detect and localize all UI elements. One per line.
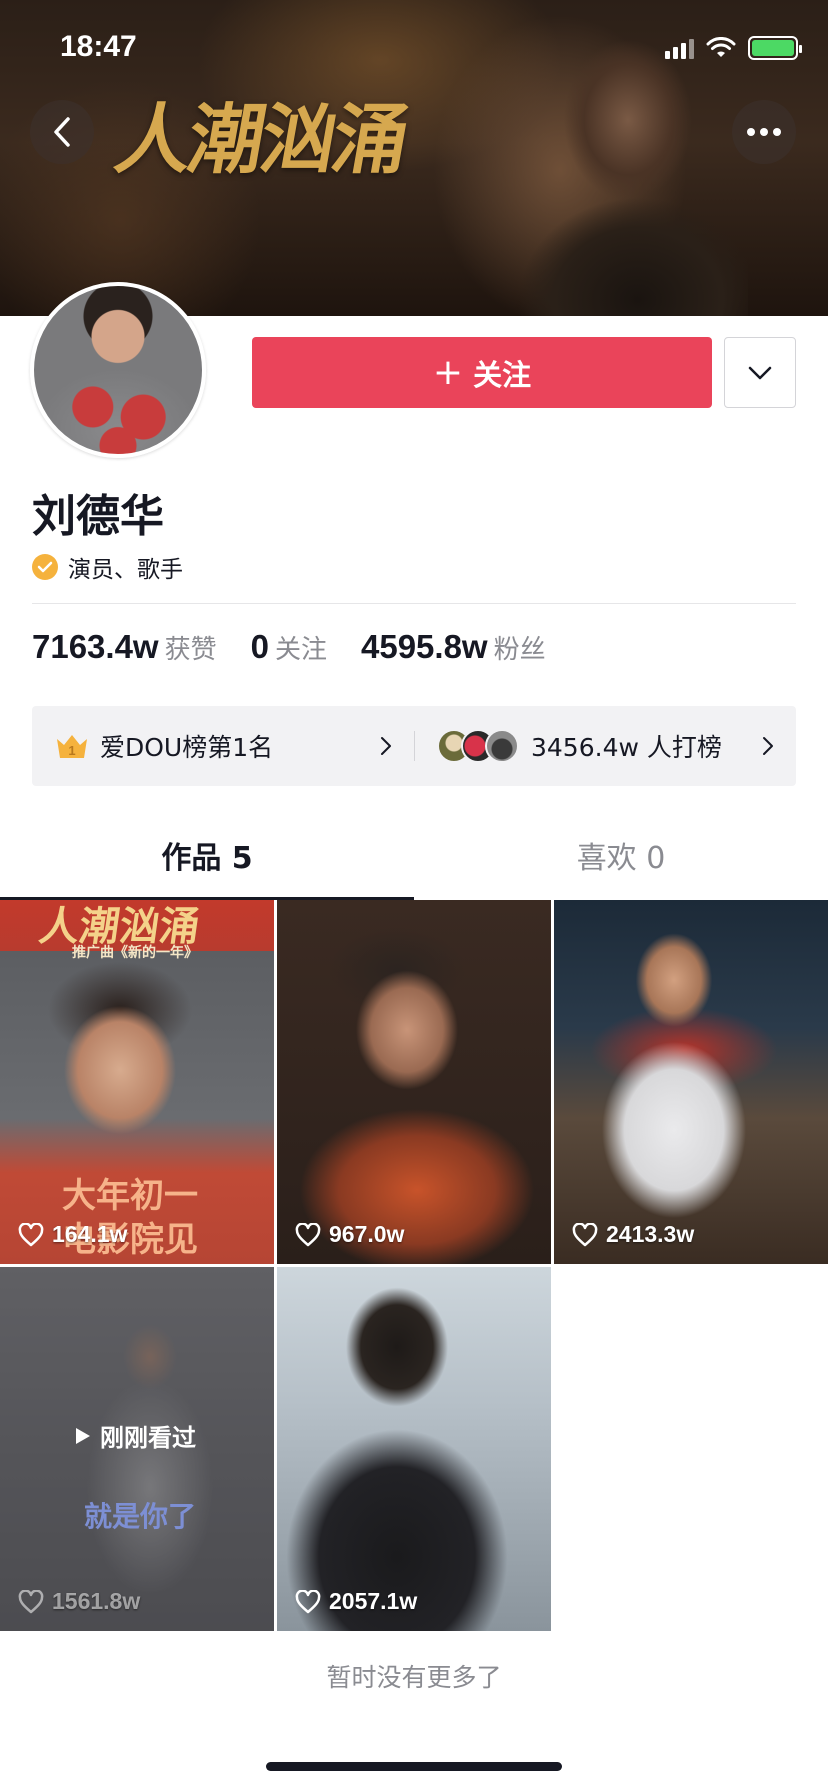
cover-title: 人潮汹涌: [109, 95, 413, 184]
profile-cover: 人潮汹涌 18:47: [0, 0, 828, 316]
crown-icon: 1: [57, 735, 87, 758]
like-count-text: 1561.8w: [52, 1588, 141, 1614]
recently-watched-text: 刚刚看过: [100, 1424, 196, 1452]
rank-text: 爱DOU榜第1名: [100, 733, 274, 762]
more-dots-icon: [747, 128, 781, 136]
like-count-text: 2057.1w: [329, 1588, 418, 1614]
follow-label: 关注: [473, 357, 532, 392]
tab-label: 作品 5: [161, 841, 253, 876]
tab-likes[interactable]: 喜欢 0: [414, 810, 828, 900]
profile-avatar[interactable]: [30, 282, 206, 458]
like-count: 2057.1w: [295, 1588, 417, 1615]
profile-stats: 7163.4w 获赞 0 关注 4595.8w 粉丝: [32, 628, 580, 666]
video-thumbnail[interactable]: 2057.1w: [277, 1267, 551, 1631]
chevron-right-icon: [381, 737, 391, 755]
like-count-text: 164.1w: [52, 1221, 128, 1247]
dou-rank-link[interactable]: 1 爱DOU榜第1名: [32, 706, 414, 786]
video-thumbnail[interactable]: 2413.3w: [554, 900, 828, 1264]
home-indicator[interactable]: [266, 1762, 562, 1771]
video-caption-text: 就是你了: [84, 1500, 197, 1533]
verification-row: 演员、歌手: [32, 550, 183, 584]
plus-icon: +: [432, 351, 464, 393]
recommend-dropdown-button[interactable]: [724, 337, 796, 408]
video-caption-text: 大年初一: [62, 1176, 198, 1216]
heart-icon: [18, 1222, 44, 1246]
video-thumbnail[interactable]: 人潮汹涌 推广曲《新的一年》 大年初一 电影院见 164.1w: [0, 900, 274, 1264]
wifi-icon: [706, 37, 736, 57]
status-time: 18:47: [60, 30, 137, 63]
verified-badge-icon: [32, 554, 58, 580]
heart-icon: [572, 1222, 598, 1246]
like-count-text: 967.0w: [329, 1221, 405, 1247]
fan-avatar: [485, 729, 519, 763]
no-more-text: 暂时没有更多了: [326, 1663, 502, 1692]
cheer-rank-link[interactable]: 3456.4w 人打榜: [415, 706, 796, 786]
back-button[interactable]: [30, 100, 94, 164]
divider: [32, 603, 796, 604]
heart-icon: [295, 1589, 321, 1613]
svg-text:1: 1: [68, 743, 75, 758]
signal-icon: [665, 37, 694, 59]
like-count-text: 2413.3w: [606, 1221, 695, 1247]
profile-name: 刘德华: [32, 491, 164, 542]
verification-text: 演员、歌手: [68, 557, 183, 583]
like-count: 164.1w: [18, 1221, 127, 1248]
stat-value: 0: [250, 628, 269, 665]
chevron-down-icon: [748, 366, 772, 379]
stat-value: 4595.8w: [361, 628, 488, 665]
fan-avatars: [437, 729, 519, 763]
stat-label: 关注: [274, 635, 327, 665]
stat-followers[interactable]: 4595.8w 粉丝: [361, 628, 546, 666]
chevron-right-icon: [763, 737, 773, 755]
cheer-count-text: 3456.4w 人打榜: [531, 733, 722, 762]
play-icon: [76, 1427, 90, 1444]
video-thumbnail[interactable]: 967.0w: [277, 900, 551, 1264]
battery-icon: [748, 36, 802, 60]
status-icons: [665, 36, 802, 60]
stat-label: 粉丝: [493, 635, 546, 665]
heart-icon: [295, 1222, 321, 1246]
more-options-button[interactable]: [732, 100, 796, 164]
stat-label: 获赞: [164, 635, 217, 665]
chevron-left-icon: [54, 117, 70, 147]
stat-value: 7163.4w: [32, 628, 159, 665]
rank-box: 1 爱DOU榜第1名 3456.4w 人打榜: [32, 706, 796, 786]
like-count: 967.0w: [295, 1221, 404, 1248]
like-count: 1561.8w: [18, 1588, 140, 1615]
heart-icon: [18, 1589, 44, 1613]
video-subtitle-text: 推广曲《新的一年》: [72, 945, 198, 961]
tab-label: 喜欢 0: [576, 841, 666, 876]
like-count: 2413.3w: [572, 1221, 694, 1248]
stat-likes[interactable]: 7163.4w 获赞: [32, 628, 217, 666]
follow-button[interactable]: + 关注: [252, 337, 712, 408]
content-tabs: 作品 5 喜欢 0: [0, 810, 828, 900]
stat-following[interactable]: 0 关注: [251, 628, 327, 666]
recently-watched-label: 刚刚看过: [74, 1418, 196, 1453]
tab-works[interactable]: 作品 5: [0, 810, 414, 900]
